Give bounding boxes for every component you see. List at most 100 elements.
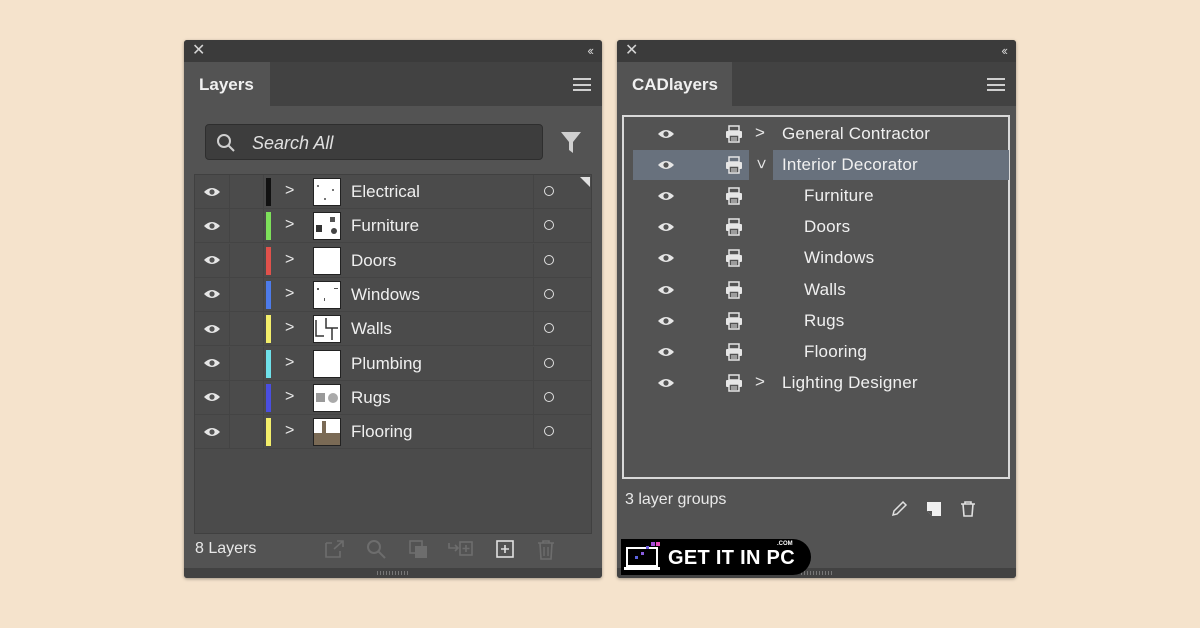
visibility-toggle[interactable]: [195, 243, 230, 277]
lock-toggle[interactable]: [229, 346, 264, 380]
eye-icon[interactable]: [657, 190, 675, 202]
printer-icon[interactable]: [725, 156, 743, 174]
hamburger-menu-icon[interactable]: [573, 78, 591, 91]
lock-toggle[interactable]: [229, 277, 264, 311]
eye-icon[interactable]: [203, 323, 221, 335]
printer-icon[interactable]: [725, 218, 743, 237]
eye-icon[interactable]: [657, 159, 675, 171]
cad-group-row[interactable]: > Interior Decorator: [624, 150, 1009, 181]
eye-icon[interactable]: [657, 346, 675, 358]
chevron-right-icon[interactable]: >: [755, 372, 765, 392]
lock-toggle[interactable]: [229, 209, 264, 243]
chevron-right-icon[interactable]: >: [285, 354, 294, 372]
eye-icon[interactable]: [203, 220, 221, 232]
tab-cadlayers[interactable]: CADlayers: [617, 62, 732, 107]
trash-icon[interactable]: [959, 500, 977, 518]
layer-row[interactable]: > Furniture: [195, 209, 591, 244]
delete-icon[interactable]: [536, 539, 556, 561]
search-input[interactable]: [250, 125, 534, 161]
visibility-toggle[interactable]: [195, 312, 230, 346]
chevron-right-icon[interactable]: >: [285, 216, 294, 234]
cad-layer-row[interactable]: Rugs: [624, 306, 1008, 337]
cad-layer-row[interactable]: Doors: [624, 212, 1008, 243]
export-icon[interactable]: [324, 539, 346, 559]
visibility-toggle[interactable]: [195, 277, 230, 311]
new-layer-icon[interactable]: [495, 539, 515, 559]
eye-icon[interactable]: [657, 128, 675, 140]
chevron-right-icon[interactable]: >: [285, 319, 294, 337]
eye-icon[interactable]: [203, 391, 221, 403]
printer-icon[interactable]: [725, 249, 743, 268]
layer-name: Flooring: [351, 422, 413, 442]
lock-toggle[interactable]: [229, 175, 264, 208]
printer-icon[interactable]: [725, 187, 743, 205]
printer-icon[interactable]: [725, 311, 743, 330]
target-circle-icon[interactable]: [544, 426, 554, 437]
hamburger-menu-icon[interactable]: [987, 78, 1005, 91]
lock-toggle[interactable]: [229, 415, 264, 449]
layer-color-swatch: [266, 178, 271, 206]
target-circle-icon[interactable]: [544, 391, 554, 402]
printer-icon[interactable]: [725, 342, 743, 361]
chevron-down-icon[interactable]: >: [751, 159, 771, 169]
visibility-toggle[interactable]: [195, 175, 230, 208]
eye-icon[interactable]: [657, 377, 675, 389]
printer-icon[interactable]: [725, 125, 743, 143]
chevron-right-icon[interactable]: >: [755, 123, 765, 143]
target-circle-icon[interactable]: [544, 254, 554, 265]
eye-icon[interactable]: [657, 221, 675, 233]
close-icon[interactable]: ✕: [625, 42, 638, 60]
printer-icon[interactable]: [725, 374, 743, 392]
layer-row[interactable]: > Windows: [195, 277, 591, 312]
locate-object-icon[interactable]: [366, 539, 388, 561]
eye-icon[interactable]: [203, 186, 221, 198]
visibility-toggle[interactable]: [195, 415, 230, 449]
visibility-toggle[interactable]: [195, 209, 230, 243]
resize-grip[interactable]: [184, 568, 602, 578]
eye-icon[interactable]: [203, 426, 221, 438]
target-circle-icon[interactable]: [544, 288, 554, 299]
lock-toggle[interactable]: [229, 380, 264, 414]
pencil-edit-icon[interactable]: [890, 500, 908, 518]
visibility-toggle[interactable]: [195, 346, 230, 380]
target-circle-icon[interactable]: [544, 323, 554, 334]
chevron-right-icon[interactable]: >: [285, 388, 294, 406]
layer-row[interactable]: > Flooring: [195, 415, 591, 450]
chevron-right-icon[interactable]: >: [285, 182, 294, 200]
close-icon[interactable]: ✕: [192, 42, 205, 60]
target-circle-icon[interactable]: [544, 357, 554, 368]
eye-icon[interactable]: [657, 252, 675, 264]
layer-row[interactable]: > Doors: [195, 243, 591, 278]
double-chevron-left-icon[interactable]: ‹‹: [587, 43, 594, 59]
eye-icon[interactable]: [657, 315, 675, 327]
tab-layers[interactable]: Layers: [184, 62, 270, 107]
target-circle-icon[interactable]: [544, 186, 554, 196]
funnel-filter-icon[interactable]: [560, 131, 582, 155]
printer-icon[interactable]: [725, 280, 743, 299]
target-circle-icon[interactable]: [544, 220, 554, 231]
eye-icon[interactable]: [203, 254, 221, 266]
layer-row[interactable]: > Plumbing: [195, 346, 591, 381]
eye-icon[interactable]: [203, 288, 221, 300]
layer-row[interactable]: > Walls: [195, 312, 591, 347]
double-chevron-left-icon[interactable]: ‹‹: [1001, 43, 1008, 59]
create-sublayer-icon[interactable]: [448, 539, 474, 559]
make-clipping-mask-icon[interactable]: [408, 539, 430, 561]
visibility-toggle[interactable]: [195, 380, 230, 414]
eye-icon[interactable]: [203, 357, 221, 369]
cad-layer-row[interactable]: Walls: [624, 275, 1008, 306]
chevron-right-icon[interactable]: >: [285, 285, 294, 303]
cad-layer-row[interactable]: Furniture: [624, 181, 1008, 212]
eye-icon[interactable]: [657, 284, 675, 296]
lock-toggle[interactable]: [229, 243, 264, 277]
cad-group-row[interactable]: > Lighting Designer: [624, 368, 1008, 399]
new-page-icon[interactable]: [925, 500, 943, 518]
layer-row[interactable]: > Electrical: [195, 175, 591, 209]
cad-layer-row[interactable]: Windows: [624, 243, 1008, 274]
cad-group-row[interactable]: > General Contractor: [624, 119, 1008, 150]
chevron-right-icon[interactable]: >: [285, 251, 294, 269]
chevron-right-icon[interactable]: >: [285, 422, 294, 440]
cad-layer-row[interactable]: Flooring: [624, 337, 1008, 368]
layer-row[interactable]: > Rugs: [195, 380, 591, 415]
lock-toggle[interactable]: [229, 312, 264, 346]
